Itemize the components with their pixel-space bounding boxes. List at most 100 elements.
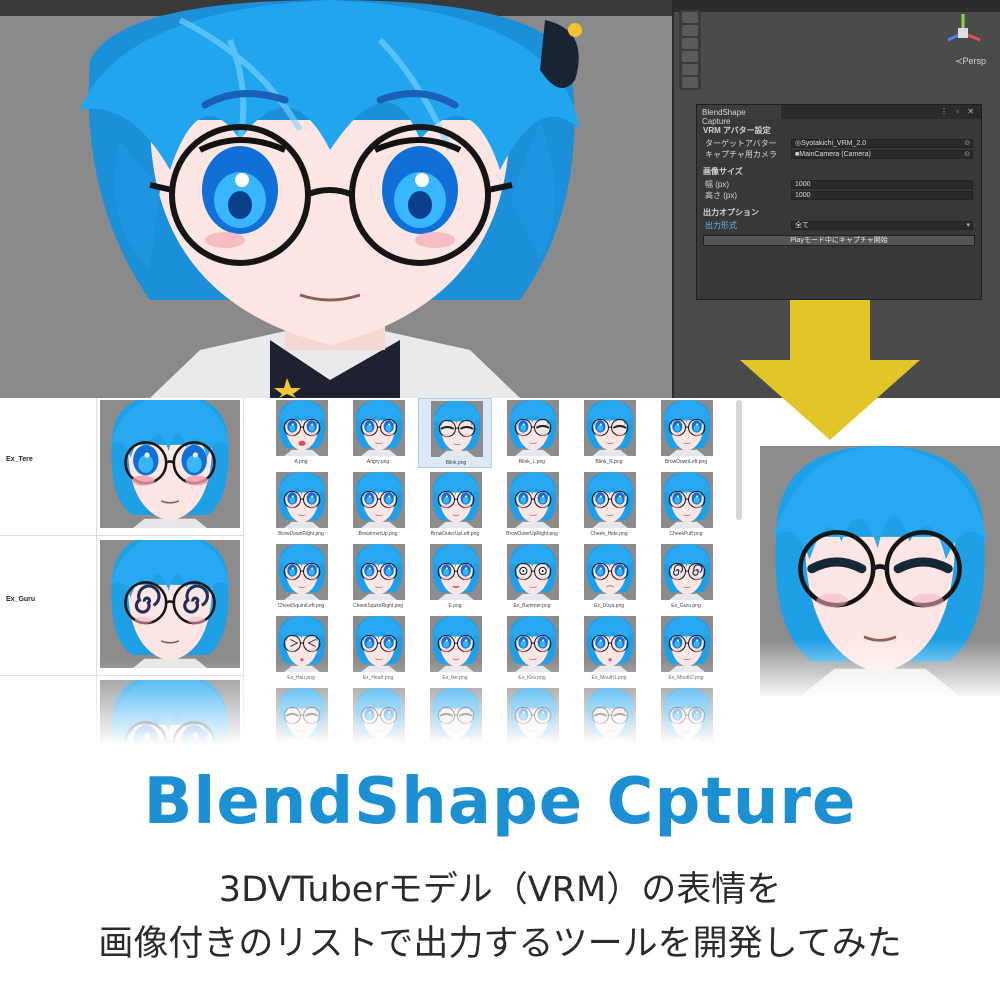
transform-tool-icon[interactable]	[682, 77, 698, 88]
thumbnail-label: Blink.png	[445, 460, 467, 466]
chevron-down-icon: ▾	[966, 222, 970, 229]
capture-start-button[interactable]: Playモード中にキャプチャ開始	[703, 235, 975, 246]
thumbnail-label: Blink_R.png	[595, 459, 623, 465]
object-picker-icon[interactable]: ⊙	[964, 151, 970, 158]
format-select[interactable]: 全て ▾	[791, 221, 973, 230]
thumbnail-label: BrowOuterUpLeft.png	[430, 531, 480, 537]
thumbnail-image	[276, 544, 328, 600]
thumbnail-image	[584, 400, 636, 456]
grid-thumbnail[interactable]: CheekSquintRight.png	[341, 542, 415, 612]
grid-thumbnail[interactable]: CheekPuff.png	[649, 470, 723, 540]
thumbnail-label: Angry.png	[366, 459, 390, 465]
grid-thumbnail[interactable]: Ex_Bummer.png	[495, 542, 569, 612]
game-viewport[interactable]	[0, 0, 672, 398]
height-label: 高さ (px)	[705, 191, 737, 200]
thumbnail-label: E.png	[448, 603, 462, 609]
grid-thumbnail[interactable]: Ex_Guru.png	[649, 542, 723, 612]
down-arrow-icon	[740, 300, 920, 440]
thumbnail-image	[276, 472, 328, 528]
grid-thumbnail[interactable]: Cheek_Hide.png	[572, 470, 646, 540]
thumbnail-label: BrowDownRight.png	[278, 531, 324, 537]
thumbnail-image	[431, 401, 483, 457]
headline-title: BlendShape Cpture	[143, 765, 857, 839]
headline-line2: 画像付きのリストで出力するツールを開発してみた	[98, 924, 902, 964]
thumbnail-image	[353, 544, 405, 600]
thumbnail-image	[584, 472, 636, 528]
grid-thumbnail[interactable]: BrowDownRight.png	[264, 470, 338, 540]
thumbnail-image	[661, 400, 713, 456]
blendshape-capture-window: BlendShape Capture ⋮ ▫ ✕ VRM アバター設定 ターゲッ…	[696, 104, 982, 300]
grid-thumbnail[interactable]: Blink_R.png	[572, 398, 646, 468]
section-output: 出力オプション	[703, 208, 759, 217]
thumbnail-label: Ex_Doya.png	[593, 603, 625, 609]
height-input[interactable]: 1000	[791, 191, 973, 200]
thumbnail-label: CheekSquintRight.png	[352, 603, 404, 609]
thumbnail-image	[661, 544, 713, 600]
list-item[interactable]: Ex_Tere	[0, 398, 243, 536]
target-avatar-value: Syotakichi_VRM_2.0	[801, 140, 867, 147]
section-size: 画像サイズ	[703, 167, 743, 176]
move-tool-icon[interactable]	[682, 25, 698, 36]
hand-tool-icon[interactable]	[682, 12, 698, 23]
list-item-name: Ex_Tere	[6, 456, 33, 463]
thumbnail-label: BrowOuterUpRight.png	[506, 531, 558, 537]
thumbnail-image	[353, 472, 405, 528]
grid-thumbnail[interactable]: Angry.png	[341, 398, 415, 468]
grid-thumbnail[interactable]: Blink.png	[418, 398, 492, 468]
scene-gizmo-icon[interactable]	[940, 10, 986, 56]
capture-camera-label: キャプチャ用カメラ	[705, 150, 777, 159]
grid-thumbnail[interactable]: BrowInnerUp.png	[341, 470, 415, 540]
thumbnail-image	[276, 400, 328, 456]
thumbnail-image	[507, 472, 559, 528]
thumbnail-image	[661, 472, 713, 528]
list-item-thumbnail	[100, 398, 240, 534]
width-input[interactable]: 1000	[791, 180, 973, 189]
grid-thumbnail[interactable]: BrowOuterUpRight.png	[495, 470, 569, 540]
persp-label[interactable]: ≺Persp	[955, 56, 986, 67]
headline-line1: 3DVTuberモデル（VRM）の表情を	[218, 870, 782, 910]
thumbnail-image	[507, 400, 559, 456]
thumbnail-label: A.png	[294, 459, 308, 465]
section-avatar: VRM アバター設定	[703, 126, 771, 135]
list-item[interactable]: Ex_Guru	[0, 534, 243, 676]
grid-thumbnail[interactable]: CheekSquintLeft.png	[264, 542, 338, 612]
grid-scrollbar[interactable]	[736, 400, 742, 520]
thumbnail-label: CheekPuff.png	[669, 531, 703, 537]
object-picker-icon[interactable]: ⊙	[964, 140, 970, 147]
list-item-thumbnail	[100, 534, 240, 674]
thumbnail-label: Blink_L.png	[518, 459, 546, 465]
thumbnail-image	[584, 544, 636, 600]
target-avatar-field[interactable]: ◎Syotakichi_VRM_2.0 ⊙	[791, 139, 973, 148]
window-menu-icon[interactable]: ⋮ ▫ ✕	[940, 107, 977, 116]
grid-thumbnail[interactable]: A.png	[264, 398, 338, 468]
grid-thumbnail[interactable]: BrowOuterUpLeft.png	[418, 470, 492, 540]
window-tabbar: BlendShape Capture ⋮ ▫ ✕	[697, 105, 981, 126]
scale-tool-icon[interactable]	[682, 51, 698, 62]
list-item-name: Ex_Guru	[6, 596, 36, 603]
grid-thumbnail[interactable]: E.png	[418, 542, 492, 612]
thumbnail-label: BrowDownLeft.png	[664, 459, 708, 465]
thumbnail-label: Ex_Guru.png	[671, 603, 701, 609]
grid-thumbnail[interactable]: BrowDownLeft.png	[649, 398, 723, 468]
page: ≺Persp BlendShape Capture ⋮ ▫ ✕ VRM アバター…	[0, 0, 1000, 1000]
grid-thumbnail[interactable]: Blink_L.png	[495, 398, 569, 468]
thumbnail-image	[430, 472, 482, 528]
fade-overlay	[0, 660, 760, 760]
capture-camera-field[interactable]: ■MainCamera (Camera) ⊙	[791, 150, 973, 159]
window-tab[interactable]: BlendShape Capture	[697, 105, 781, 126]
thumbnail-label: Ex_Bummer.png	[513, 603, 551, 609]
rect-tool-icon[interactable]	[682, 64, 698, 75]
tool-palette[interactable]	[679, 10, 701, 90]
thumbnail-label: BrowInnerUp.png	[358, 531, 398, 537]
width-label: 幅 (px)	[705, 180, 729, 189]
thumbnail-image	[507, 544, 559, 600]
format-label: 出力形式	[705, 221, 737, 230]
thumbnail-image	[353, 400, 405, 456]
thumbnail-image	[430, 544, 482, 600]
capture-camera-value: MainCamera (Camera)	[799, 151, 871, 158]
thumbnail-label: Cheek_Hide.png	[590, 531, 628, 537]
rotate-tool-icon[interactable]	[682, 38, 698, 49]
format-value: 全て	[795, 222, 809, 229]
thumbnail-label: CheekSquintLeft.png	[277, 603, 325, 609]
grid-thumbnail[interactable]: Ex_Doya.png	[572, 542, 646, 612]
